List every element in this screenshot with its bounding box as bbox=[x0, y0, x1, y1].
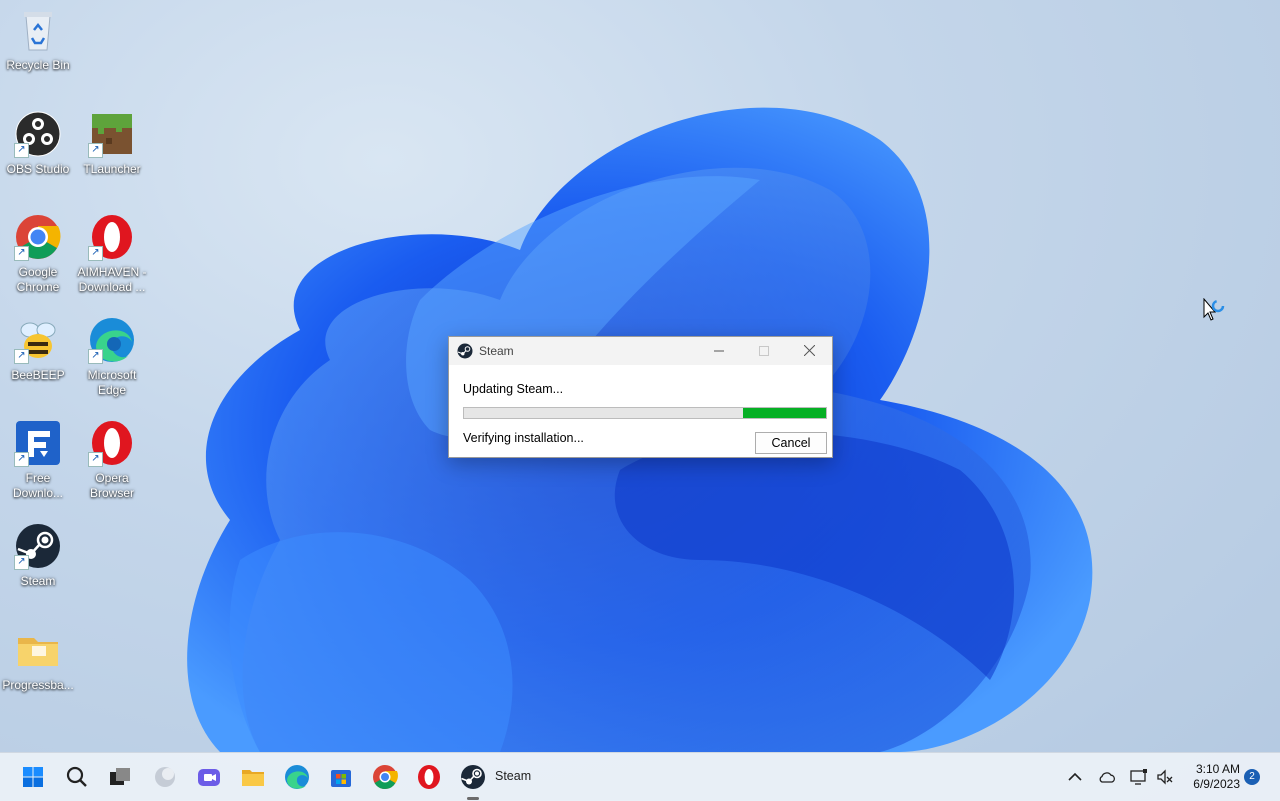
desktop-icon-label: TLauncher bbox=[83, 162, 141, 176]
desktop-icon-google-chrome[interactable]: ↗ Google Chrome bbox=[0, 213, 76, 295]
obs-studio-icon: ↗ bbox=[14, 110, 62, 158]
busy-cursor-icon bbox=[1203, 298, 1225, 321]
update-progress-bar bbox=[463, 407, 827, 419]
chrome-icon: ↗ bbox=[14, 213, 62, 261]
chrome-taskbar-button[interactable] bbox=[371, 763, 399, 791]
maximize-button[interactable] bbox=[741, 337, 787, 365]
onedrive-cloud-icon[interactable] bbox=[1097, 767, 1117, 787]
steam-icon: ↗ bbox=[14, 522, 62, 570]
steam-icon bbox=[461, 765, 485, 789]
folder-icon bbox=[14, 626, 62, 674]
progress-fill bbox=[742, 408, 826, 418]
verify-status-text: Verifying installation... bbox=[463, 431, 584, 445]
clock-time: 3:10 AM bbox=[1195, 762, 1240, 776]
chrome-icon bbox=[373, 765, 398, 790]
search-button[interactable] bbox=[63, 763, 91, 791]
minimize-icon bbox=[714, 350, 724, 352]
chevron-up-icon[interactable] bbox=[1065, 767, 1085, 787]
steam-icon bbox=[457, 343, 473, 359]
opera-taskbar-button[interactable] bbox=[415, 763, 443, 791]
desktop-icon-steam[interactable]: ↗ Steam bbox=[0, 522, 76, 589]
minimize-button[interactable] bbox=[696, 337, 742, 365]
edge-taskbar-button[interactable] bbox=[283, 763, 311, 791]
update-status-text: Updating Steam... bbox=[463, 382, 564, 396]
desktop-icon-obs-studio[interactable]: ↗ OBS Studio bbox=[0, 110, 76, 177]
clock-date: 6/9/2023 bbox=[1193, 777, 1240, 791]
desktop-icon-label: Microsoft Edge bbox=[87, 368, 137, 397]
steam-taskbar-button[interactable] bbox=[459, 763, 487, 791]
desktop-icon-label: BeeBEEP bbox=[11, 368, 65, 382]
widgets-button[interactable] bbox=[151, 763, 179, 791]
task-view-icon bbox=[110, 768, 130, 785]
steam-taskbar-label[interactable]: Steam bbox=[495, 769, 531, 783]
opera-icon: ↗ bbox=[88, 419, 136, 467]
windows-start-icon bbox=[23, 767, 43, 787]
beebeep-icon: ↗ bbox=[14, 316, 62, 364]
search-icon bbox=[66, 766, 87, 787]
steam-update-dialog[interactable]: Steam Updating Steam... Verifying instal… bbox=[448, 336, 833, 458]
task-view-button[interactable] bbox=[106, 763, 134, 791]
cancel-button[interactable]: Cancel bbox=[755, 432, 827, 454]
desktop-icon-label: Steam bbox=[20, 574, 56, 588]
close-button[interactable] bbox=[786, 337, 832, 365]
desktop-icon-beebeep[interactable]: ↗ BeeBEEP bbox=[0, 316, 76, 383]
tlauncher-icon: ↗ bbox=[88, 110, 136, 158]
teams-chat-button[interactable] bbox=[195, 763, 223, 791]
desktop-icon-label: Free Downlo... bbox=[12, 471, 64, 500]
file-explorer-button[interactable] bbox=[239, 763, 267, 791]
teams-chat-icon bbox=[198, 769, 220, 786]
edge-icon: ↗ bbox=[88, 316, 136, 364]
maximize-icon bbox=[759, 346, 769, 356]
close-icon bbox=[803, 344, 815, 357]
notification-badge[interactable]: 2 bbox=[1244, 769, 1260, 785]
desktop-icon-label: Google Chrome bbox=[16, 265, 60, 294]
microsoft-store-icon bbox=[331, 770, 351, 787]
dialog-title: Steam bbox=[479, 344, 514, 358]
desktop-icon-label: Opera Browser bbox=[89, 471, 134, 500]
free-download-manager-icon: ↗ bbox=[14, 419, 62, 467]
opera-icon: ↗ bbox=[88, 213, 136, 261]
dialog-body: Updating Steam... Verifying installation… bbox=[449, 365, 832, 457]
widgets-icon bbox=[155, 767, 175, 787]
desktop-icon-progressbar-folder[interactable]: Progressba... bbox=[0, 626, 76, 693]
taskbar: Steam 3:10 AM 6/9/2023 2 bbox=[0, 752, 1280, 801]
desktop-icon-tlauncher[interactable]: ↗ TLauncher bbox=[74, 110, 150, 177]
opera-icon bbox=[418, 765, 440, 789]
start-button[interactable] bbox=[19, 763, 47, 791]
display-icon[interactable] bbox=[1129, 767, 1149, 787]
microsoft-store-button[interactable] bbox=[327, 763, 355, 791]
desktop-icon-opera-browser[interactable]: ↗ Opera Browser bbox=[74, 419, 150, 501]
desktop-icon-recycle-bin[interactable]: Recycle Bin bbox=[0, 6, 76, 73]
edge-icon bbox=[285, 765, 309, 789]
desktop-icon-label: Recycle Bin bbox=[6, 58, 70, 72]
file-explorer-icon bbox=[242, 770, 264, 786]
network-speaker-icon[interactable] bbox=[1155, 767, 1175, 787]
desktop-icon-label: OBS Studio bbox=[6, 162, 70, 176]
recycle-bin-icon bbox=[14, 6, 62, 54]
desktop-icon-microsoft-edge[interactable]: ↗ Microsoft Edge bbox=[74, 316, 150, 398]
dialog-titlebar[interactable]: Steam bbox=[449, 337, 832, 365]
desktop-icon-label: Progressba... bbox=[2, 678, 74, 692]
desktop-icon-free-download-manager[interactable]: ↗ Free Downlo... bbox=[0, 419, 76, 501]
taskbar-clock[interactable]: 3:10 AM 6/9/2023 bbox=[1180, 762, 1240, 792]
desktop-icon-label: AIMHAVEN - Download ... bbox=[77, 265, 147, 294]
desktop-icon-aimhaven[interactable]: ↗ AIMHAVEN - Download ... bbox=[74, 213, 150, 295]
